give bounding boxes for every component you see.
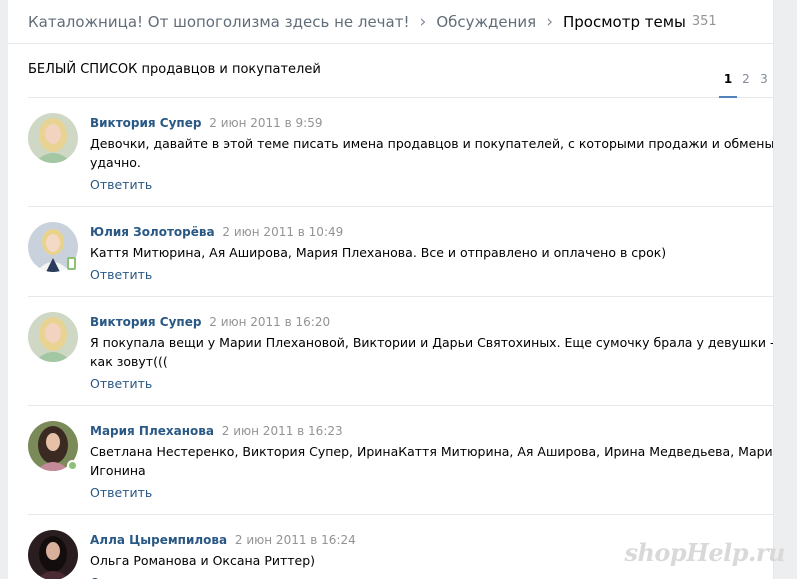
reply-button[interactable]: Ответить xyxy=(90,575,152,579)
page-1-link[interactable]: 1 xyxy=(719,72,737,98)
post-text-line: удачно. xyxy=(90,155,141,170)
post-date[interactable]: 2 июн 2011 в 16:20 xyxy=(209,315,330,329)
reply-button[interactable]: Ответить xyxy=(90,376,152,392)
breadcrumb-group-link[interactable]: Каталожница! От шопоголизма здесь не леч… xyxy=(28,13,410,31)
post-author-link[interactable]: Алла Цыремпилова xyxy=(90,533,227,547)
post-author-link[interactable]: Виктория Супер xyxy=(90,315,201,329)
post-text-line: Девочки, давайте в этой теме писать имен… xyxy=(90,136,773,151)
online-indicator-icon xyxy=(67,460,78,471)
post: Юлия Золоторёва 2 июн 2011 в 10:49 Каття… xyxy=(28,207,773,297)
post-meta: Мария Плеханова 2 июн 2011 в 16:23 xyxy=(90,422,773,440)
page-3-link[interactable]: 3 xyxy=(755,72,773,98)
avatar[interactable] xyxy=(28,530,78,579)
post-date[interactable]: 2 июн 2011 в 10:49 xyxy=(222,225,343,239)
avatar[interactable] xyxy=(28,113,78,163)
post-text-line: Каття Митюрина, Ая Аширова, Мария Плехан… xyxy=(90,245,667,260)
post-meta: Виктория Супер 2 июн 2011 в 9:59 xyxy=(90,114,773,132)
breadcrumb: Каталожница! От шопоголизма здесь не леч… xyxy=(8,0,773,44)
post: Виктория Супер 2 июн 2011 в 16:20 Я поку… xyxy=(28,297,773,406)
post-meta: Юлия Золоторёва 2 июн 2011 в 10:49 xyxy=(90,223,773,241)
pagination: 1 2 3 xyxy=(719,72,773,98)
reply-button[interactable]: Ответить xyxy=(90,267,152,283)
post-text-line: Я покупала вещи у Марии Плехановой, Викт… xyxy=(90,335,773,350)
post-date[interactable]: 2 июн 2011 в 16:23 xyxy=(222,424,343,438)
watermark: shopHelp.ru xyxy=(624,538,785,567)
breadcrumb-discussions-link[interactable]: Обсуждения xyxy=(436,13,536,31)
post-meta: Виктория Супер 2 июн 2011 в 16:20 xyxy=(90,313,773,331)
post-text-line: как зовут((( xyxy=(90,354,168,369)
post-date[interactable]: 2 июн 2011 в 9:59 xyxy=(209,116,322,130)
post-author-link[interactable]: Виктория Супер xyxy=(90,116,201,130)
topic-count: 351 xyxy=(691,14,717,29)
mobile-online-icon xyxy=(67,257,76,270)
topic-title: БЕЛЫЙ СПИСОК продавцов и покупателей xyxy=(28,62,321,77)
post-author-link[interactable]: Юлия Золоторёва xyxy=(90,225,215,239)
post-author-link[interactable]: Мария Плеханова xyxy=(90,424,214,438)
breadcrumb-current: Просмотр темы xyxy=(563,12,686,31)
page-2-link[interactable]: 2 xyxy=(737,72,755,98)
discussion-page: Каталожница! От шопоголизма здесь не леч… xyxy=(8,0,774,579)
post-text-line: Игонина xyxy=(90,463,146,478)
post-date[interactable]: 2 июн 2011 в 16:24 xyxy=(235,533,356,547)
reply-button[interactable]: Ответить xyxy=(90,485,152,501)
topic-header: БЕЛЫЙ СПИСОК продавцов и покупателей 1 2… xyxy=(28,44,773,98)
post-text-line: Светлана Нестеренко, Виктория Супер, Ири… xyxy=(90,444,773,459)
reply-button[interactable]: Ответить xyxy=(90,177,152,193)
post: Мария Плеханова 2 июн 2011 в 16:23 Светл… xyxy=(28,406,773,515)
chevron-right-icon: › xyxy=(546,11,553,32)
chevron-right-icon: › xyxy=(419,11,427,32)
avatar[interactable] xyxy=(28,312,78,362)
post: Виктория Супер 2 июн 2011 в 9:59 Девочки… xyxy=(28,98,773,207)
